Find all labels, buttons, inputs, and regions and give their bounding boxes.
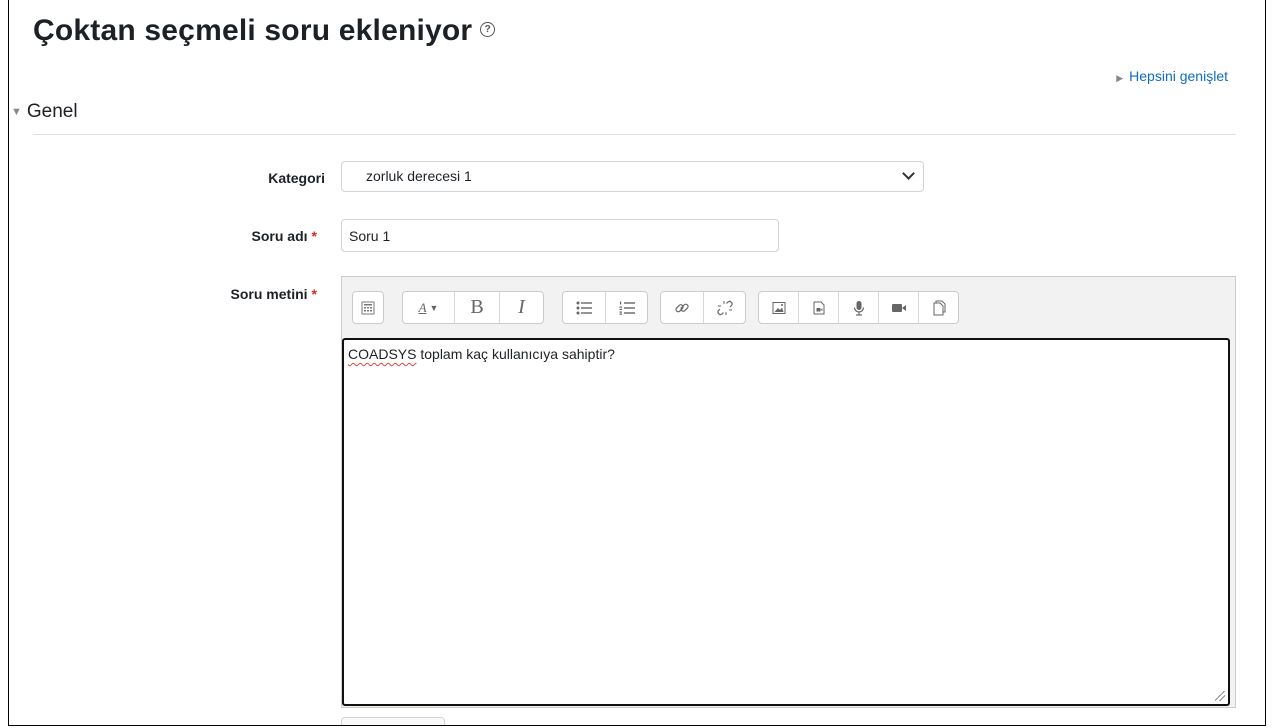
expand-all-link[interactable]: ▶ Hepsini genişlet bbox=[1116, 68, 1228, 84]
section-general-toggle[interactable]: ▼ Genel bbox=[11, 101, 78, 123]
question-text-body: toplam kaç kullanıcıya sahiptir? bbox=[416, 346, 615, 362]
page-title: Çoktan seçmeli soru ekleniyor? bbox=[33, 14, 496, 48]
collapsed-arrow-icon: ▶ bbox=[1116, 73, 1124, 83]
toolbar-group-toggle bbox=[352, 291, 384, 324]
question-name-value: Soru 1 bbox=[349, 228, 391, 244]
question-text-label: Soru metini * bbox=[117, 286, 317, 302]
page-title-text: Çoktan seçmeli soru ekleniyor bbox=[33, 14, 473, 47]
category-select[interactable]: zorluk derecesi 1 bbox=[341, 161, 924, 192]
manage-files-icon bbox=[933, 300, 945, 315]
required-icon: * bbox=[311, 286, 317, 302]
italic-button[interactable]: I bbox=[500, 292, 543, 323]
help-icon[interactable]: ? bbox=[480, 21, 496, 37]
toolbar-toggle-button[interactable] bbox=[353, 292, 383, 323]
chevron-down-icon bbox=[902, 167, 915, 180]
unordered-list-button[interactable] bbox=[563, 292, 606, 323]
link-icon bbox=[675, 303, 689, 312]
bold-icon: B bbox=[470, 296, 484, 318]
question-text-editor: A ▼ B I COADSYS toplam kaç kullanıcıya s… bbox=[341, 276, 1236, 708]
toolbar-toggle-icon bbox=[361, 301, 375, 314]
question-name-input[interactable]: Soru 1 bbox=[341, 219, 779, 252]
question-name-label-text: Soru adı bbox=[251, 228, 308, 244]
dropdown-caret-icon: ▼ bbox=[429, 302, 439, 313]
ordered-list-button[interactable] bbox=[606, 292, 647, 323]
resize-grip-icon[interactable] bbox=[1215, 691, 1225, 701]
question-name-label: Soru adı * bbox=[117, 228, 317, 244]
italic-icon: I bbox=[518, 296, 525, 318]
font-style-icon: A bbox=[419, 300, 427, 316]
record-video-icon bbox=[891, 303, 906, 312]
toolbar-group-media bbox=[758, 291, 959, 324]
toolbar-group-style: A ▼ B I bbox=[402, 291, 544, 324]
section-divider bbox=[33, 134, 1236, 135]
category-label-text: Kategori bbox=[268, 170, 325, 186]
record-audio-button[interactable] bbox=[839, 292, 879, 323]
unlink-button[interactable] bbox=[704, 292, 745, 323]
media-icon bbox=[813, 301, 824, 314]
link-button[interactable] bbox=[661, 292, 704, 323]
misspelled-word: COADSYS bbox=[348, 346, 417, 362]
category-selected-value: zorluk derecesi 1 bbox=[366, 168, 472, 184]
media-button[interactable] bbox=[799, 292, 839, 323]
expand-all-label[interactable]: Hepsini genişlet bbox=[1129, 68, 1228, 84]
unordered-list-icon bbox=[576, 301, 592, 314]
category-label: Kategori bbox=[125, 170, 325, 186]
toolbar-group-links bbox=[660, 291, 746, 324]
unlink-icon bbox=[716, 300, 733, 315]
font-style-button[interactable]: A ▼ bbox=[403, 292, 455, 323]
question-text-label-text: Soru metini bbox=[230, 286, 308, 302]
toolbar-group-lists bbox=[562, 291, 648, 324]
section-general-title[interactable]: Genel bbox=[27, 101, 78, 122]
expanded-caret-icon: ▼ bbox=[11, 105, 22, 118]
image-button[interactable] bbox=[759, 292, 799, 323]
ordered-list-icon bbox=[619, 301, 635, 315]
record-video-button[interactable] bbox=[879, 292, 919, 323]
image-icon bbox=[772, 301, 785, 314]
partial-hidden-button[interactable] bbox=[341, 717, 445, 725]
bold-button[interactable]: B bbox=[455, 292, 500, 323]
font-style-glyph: A bbox=[418, 299, 427, 315]
page-frame: Çoktan seçmeli soru ekleniyor? ▶ Hepsini … bbox=[8, 0, 1266, 726]
record-audio-icon bbox=[853, 300, 864, 316]
required-icon: * bbox=[311, 228, 317, 244]
question-text-content[interactable]: COADSYS toplam kaç kullanıcıya sahiptir? bbox=[342, 338, 1230, 706]
manage-files-button[interactable] bbox=[919, 292, 958, 323]
